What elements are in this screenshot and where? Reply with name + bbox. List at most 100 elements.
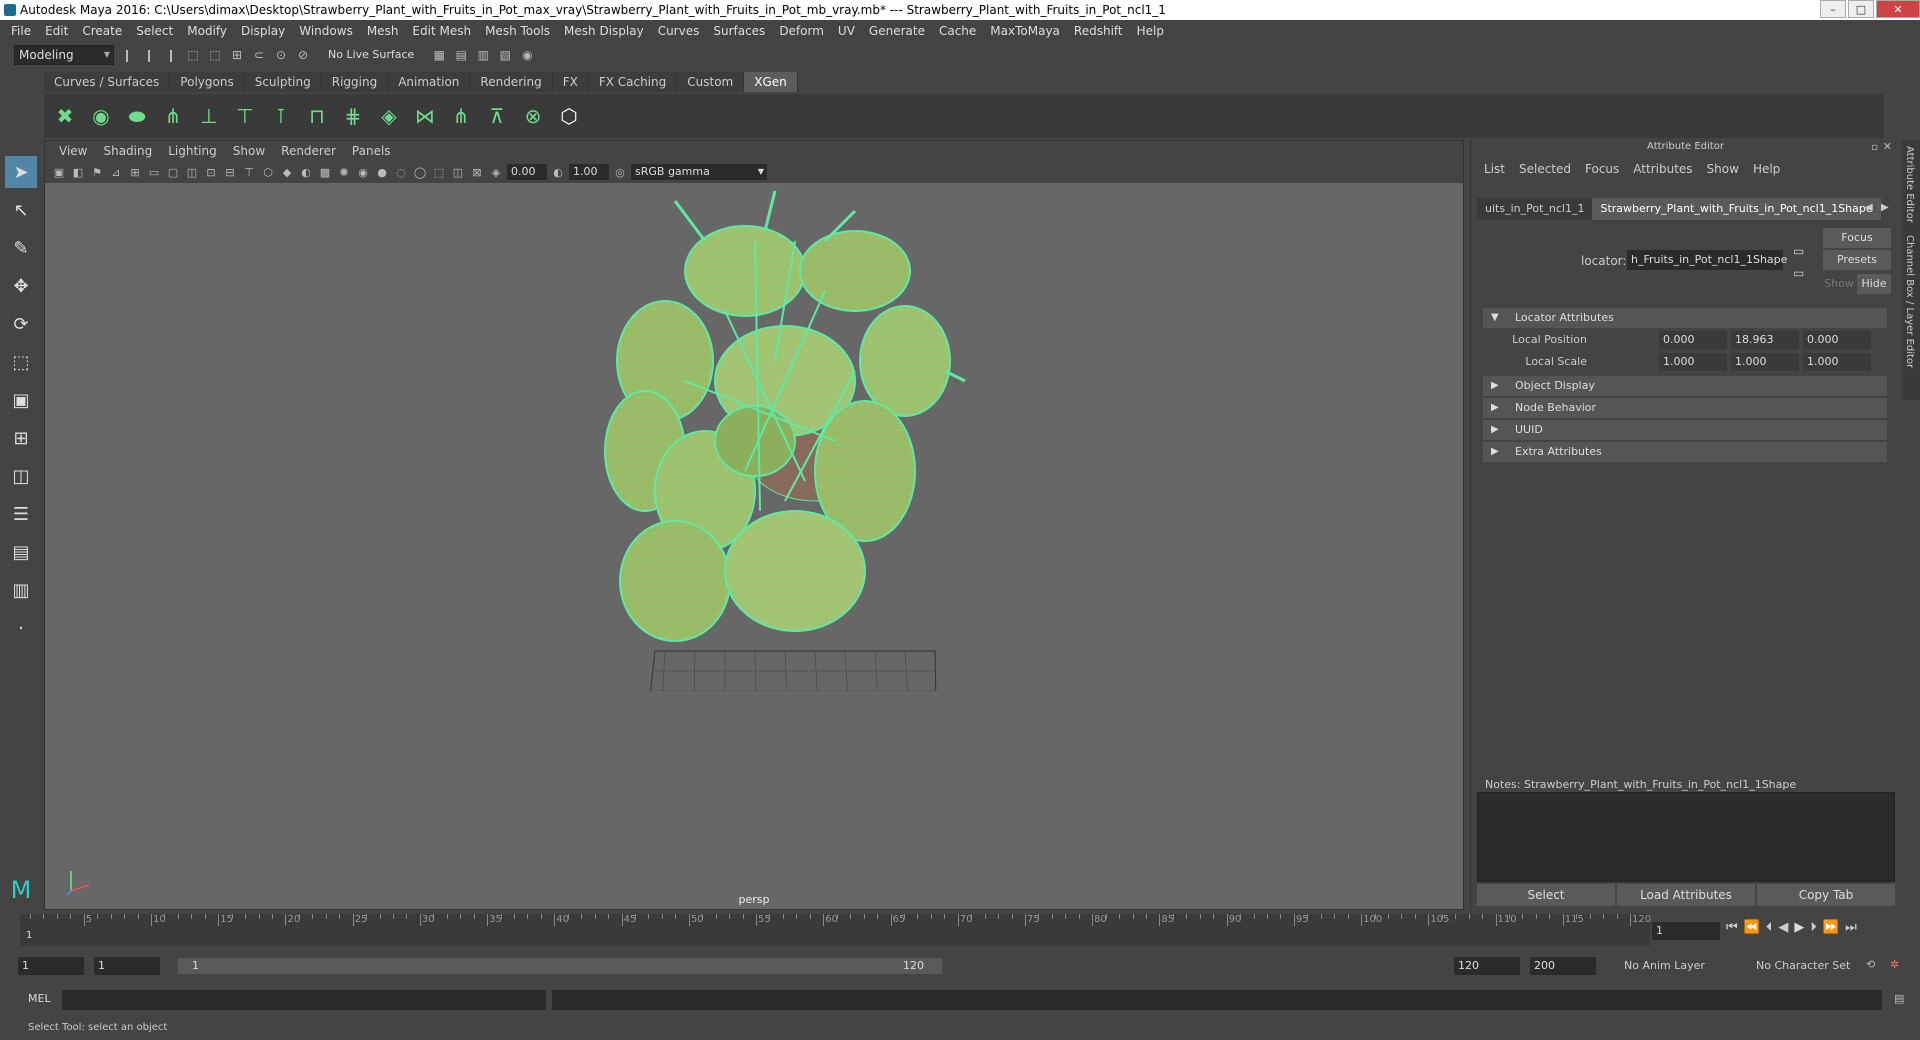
ae-menu-selected[interactable]: Selected	[1512, 162, 1578, 176]
ae-menu-focus[interactable]: Focus	[1578, 162, 1626, 176]
gate-mask-icon[interactable]: ◫	[184, 164, 200, 180]
lasso-tool-icon[interactable]: ↖	[5, 194, 37, 226]
gamma-field[interactable]: 1.00	[569, 164, 609, 180]
section-locator-attributes[interactable]: ▼ Locator Attributes	[1483, 308, 1887, 328]
motion-blur-icon[interactable]: ◌	[393, 164, 409, 180]
ae-tab-shape[interactable]: Strawberry_Plant_with_Fruits_in_Pot_ncl1…	[1592, 198, 1881, 220]
bookmark-icon[interactable]: ⚑	[89, 164, 105, 180]
menu-edit[interactable]: Edit	[38, 24, 75, 38]
exposure-icon[interactable]: ◈	[488, 164, 504, 180]
shelf-tab-animation[interactable]: Animation	[388, 72, 471, 92]
menu-redshift[interactable]: Redshift	[1067, 24, 1130, 38]
play-backward-icon[interactable]: ◀	[1778, 920, 1788, 935]
script-editor-icon[interactable]: ▤	[1894, 992, 1904, 1005]
resolution-gate-icon[interactable]: ▢	[165, 164, 181, 180]
xgen-editor-icon[interactable]: ✖	[50, 101, 80, 131]
local-scale-x[interactable]: 1.000	[1659, 353, 1727, 371]
move-tool-icon[interactable]: ✥	[5, 270, 37, 302]
safe-action-icon[interactable]: ⊟	[222, 164, 238, 180]
paint-select-icon[interactable]: ⬚	[206, 46, 224, 64]
menu-display[interactable]: Display	[234, 24, 292, 38]
tab-scroll-right-icon[interactable]: ▶	[1881, 202, 1889, 213]
close-button[interactable]: ✕	[1876, 0, 1920, 18]
section-extra-attributes[interactable]: ▶ Extra Attributes	[1483, 442, 1887, 462]
select-tool-icon[interactable]: ➤	[5, 156, 37, 188]
xgen-sculpt-icon[interactable]: ⋕	[338, 101, 368, 131]
vp-menu-show[interactable]: Show	[225, 144, 273, 158]
section-object-display[interactable]: ▶ Object Display	[1483, 376, 1887, 396]
graph-layout-icon[interactable]: ▤	[5, 536, 37, 568]
local-position-y[interactable]: 18.963	[1731, 331, 1799, 349]
xgen-description-icon[interactable]: ⬬	[122, 101, 152, 131]
rotate-tool-icon[interactable]: ⟳	[5, 308, 37, 340]
four-view-layout-icon[interactable]: ⊞	[5, 422, 37, 454]
anti-alias-icon[interactable]: ◯	[412, 164, 428, 180]
section-node-behavior[interactable]: ▶ Node Behavior	[1483, 398, 1887, 418]
animation-end-field[interactable]: 200	[1530, 957, 1596, 975]
step-back-key-icon[interactable]: ⏪	[1744, 920, 1760, 935]
film-gate-icon[interactable]: ▭	[146, 164, 162, 180]
render-settings-icon[interactable]: ▧	[496, 46, 514, 64]
xgen-cut-icon[interactable]: ⊼	[482, 101, 512, 131]
maximize-button[interactable]: □	[1848, 0, 1874, 18]
viewport-panel[interactable]: View Shading Lighting Show Renderer Pane…	[44, 140, 1464, 910]
menu-create[interactable]: Create	[75, 24, 129, 38]
ae-menu-attributes[interactable]: Attributes	[1626, 162, 1699, 176]
local-scale-z[interactable]: 1.000	[1803, 353, 1871, 371]
side-tab-attribute-editor[interactable]: Attribute Editor	[1902, 140, 1917, 229]
menu-mesh-tools[interactable]: Mesh Tools	[478, 24, 557, 38]
open-scene-icon[interactable]: ❙	[140, 46, 158, 64]
local-scale-y[interactable]: 1.000	[1731, 353, 1799, 371]
scale-tool-icon[interactable]: ⬚	[5, 346, 37, 378]
smooth-shade-icon[interactable]: ◆	[279, 164, 295, 180]
shadows-icon[interactable]: ◉	[355, 164, 371, 180]
shelf-tab-curves-surfaces[interactable]: Curves / Surfaces	[44, 72, 171, 92]
render-frame-icon[interactable]: ▤	[452, 46, 470, 64]
locator-name-field[interactable]: h_Fruits_in_Pot_ncl1_1Shape	[1627, 250, 1787, 270]
exposure-field[interactable]: 0.00	[507, 164, 547, 180]
presets-button[interactable]: Presets	[1823, 250, 1891, 270]
time-slider[interactable]: 1 5 10 15 20 25 30 35 40 45 50 55 60 65 70 75 80 85 90 95 1…	[20, 914, 1651, 946]
notes-textarea[interactable]	[1477, 792, 1895, 882]
select-button[interactable]: Select	[1477, 884, 1615, 906]
menu-select[interactable]: Select	[129, 24, 180, 38]
xgen-lasso-icon[interactable]: ⊺	[266, 101, 296, 131]
gamma-icon[interactable]: ◐	[550, 164, 566, 180]
xgen-guide-icon[interactable]: ⋔	[158, 101, 188, 131]
go-to-end-icon[interactable]: ⏭	[1845, 920, 1857, 935]
color-space-dropdown[interactable]: sRGB gamma	[631, 164, 767, 180]
menu-curves[interactable]: Curves	[651, 24, 707, 38]
menu-surfaces[interactable]: Surfaces	[706, 24, 772, 38]
current-frame-field[interactable]: 1	[1652, 922, 1720, 940]
ipr-render-icon[interactable]: ▥	[474, 46, 492, 64]
save-scene-icon[interactable]: ❙	[162, 46, 180, 64]
menu-modify[interactable]: Modify	[180, 24, 234, 38]
vp-menu-panels[interactable]: Panels	[344, 144, 399, 158]
two-view-layout-icon[interactable]: ◫	[5, 460, 37, 492]
auto-key-icon[interactable]: ⟲	[1866, 958, 1875, 971]
shelf-tab-xgen[interactable]: XGen	[744, 72, 798, 92]
shelf-tab-fx[interactable]: FX	[552, 72, 589, 92]
copy-tab-button[interactable]: Copy Tab	[1757, 884, 1895, 906]
mode-dropdown[interactable]: Modeling	[14, 45, 114, 65]
grid-toggle-icon[interactable]: ⊞	[127, 164, 143, 180]
xgen-edit-guide-icon[interactable]: ⊤	[230, 101, 260, 131]
wireframe-icon[interactable]: ⬡	[260, 164, 276, 180]
preferences-icon[interactable]: ✲	[1890, 958, 1899, 971]
ae-menu-show[interactable]: Show	[1700, 162, 1746, 176]
new-scene-icon[interactable]: ❙	[118, 46, 136, 64]
local-position-x[interactable]: 0.000	[1659, 331, 1727, 349]
step-back-frame-icon[interactable]: ⏴	[1766, 920, 1773, 935]
vp-menu-renderer[interactable]: Renderer	[273, 144, 344, 158]
ae-menu-list[interactable]: List	[1477, 162, 1512, 176]
shelf-tab-sculpting[interactable]: Sculpting	[244, 72, 322, 92]
ae-menu-help[interactable]: Help	[1746, 162, 1787, 176]
lasso-select-icon[interactable]: ⬚	[184, 46, 202, 64]
xgen-lock-icon[interactable]: ⊓	[302, 101, 332, 131]
range-slider[interactable]: 1 120	[178, 958, 942, 974]
step-forward-frame-icon[interactable]: ⏵	[1810, 920, 1817, 935]
paint-select-tool-icon[interactable]: ✎	[5, 232, 37, 264]
menu-mesh[interactable]: Mesh	[360, 24, 406, 38]
field-chart-icon[interactable]: ⊡	[203, 164, 219, 180]
float-panel-icon[interactable]: ▫	[1871, 142, 1878, 153]
